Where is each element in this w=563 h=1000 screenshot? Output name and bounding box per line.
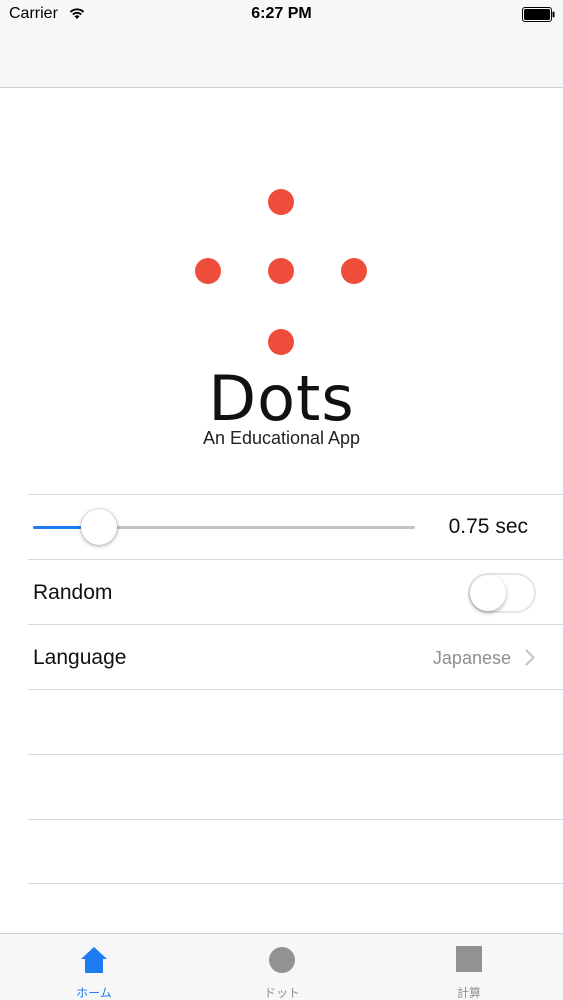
chevron-right-icon	[525, 649, 535, 666]
settings-list: 0.75 sec Random Language Japanese	[28, 494, 563, 884]
logo-dot-bottom	[268, 329, 294, 355]
tab-bar: ホーム ドット 計算	[0, 933, 563, 1000]
tab-calc[interactable]: 計算	[375, 934, 563, 1000]
app-title: Dots	[208, 362, 355, 435]
tab-dots[interactable]: ドット	[188, 934, 376, 1000]
logo-dot-top	[268, 189, 294, 215]
battery-icon	[522, 7, 555, 22]
tab-label: 計算	[456, 986, 481, 1000]
empty-row	[28, 819, 563, 884]
interval-value: 0.75 sec	[448, 515, 528, 538]
circle-icon	[269, 947, 295, 973]
interval-slider[interactable]	[33, 495, 415, 560]
navigation-bar	[0, 30, 563, 88]
logo-dot-center	[268, 258, 294, 284]
status-bar: Carrier 6:27 PM	[0, 0, 563, 30]
random-row: Random	[28, 559, 563, 624]
random-label: Random	[33, 581, 113, 604]
toggle-knob	[470, 575, 506, 611]
logo-dot-right	[341, 258, 367, 284]
empty-row	[28, 689, 563, 754]
square-icon	[456, 946, 482, 972]
language-row[interactable]: Language Japanese	[28, 624, 563, 689]
tab-label: ホーム	[76, 986, 112, 1000]
home-icon	[81, 947, 107, 973]
empty-row	[28, 754, 563, 819]
app-subtitle: An Educational App	[202, 428, 361, 448]
random-toggle[interactable]	[468, 573, 536, 613]
slider-thumb[interactable]	[81, 509, 118, 545]
status-time: 6:27 PM	[251, 5, 312, 22]
interval-row: 0.75 sec	[28, 494, 563, 559]
tab-home[interactable]: ホーム	[0, 934, 188, 1000]
language-label: Language	[33, 646, 127, 669]
logo-dot-left	[195, 258, 221, 284]
tab-label: ドット	[263, 986, 300, 1000]
logo-dots	[0, 88, 563, 368]
language-value: Japanese	[432, 648, 511, 668]
slider-fill	[33, 526, 82, 529]
